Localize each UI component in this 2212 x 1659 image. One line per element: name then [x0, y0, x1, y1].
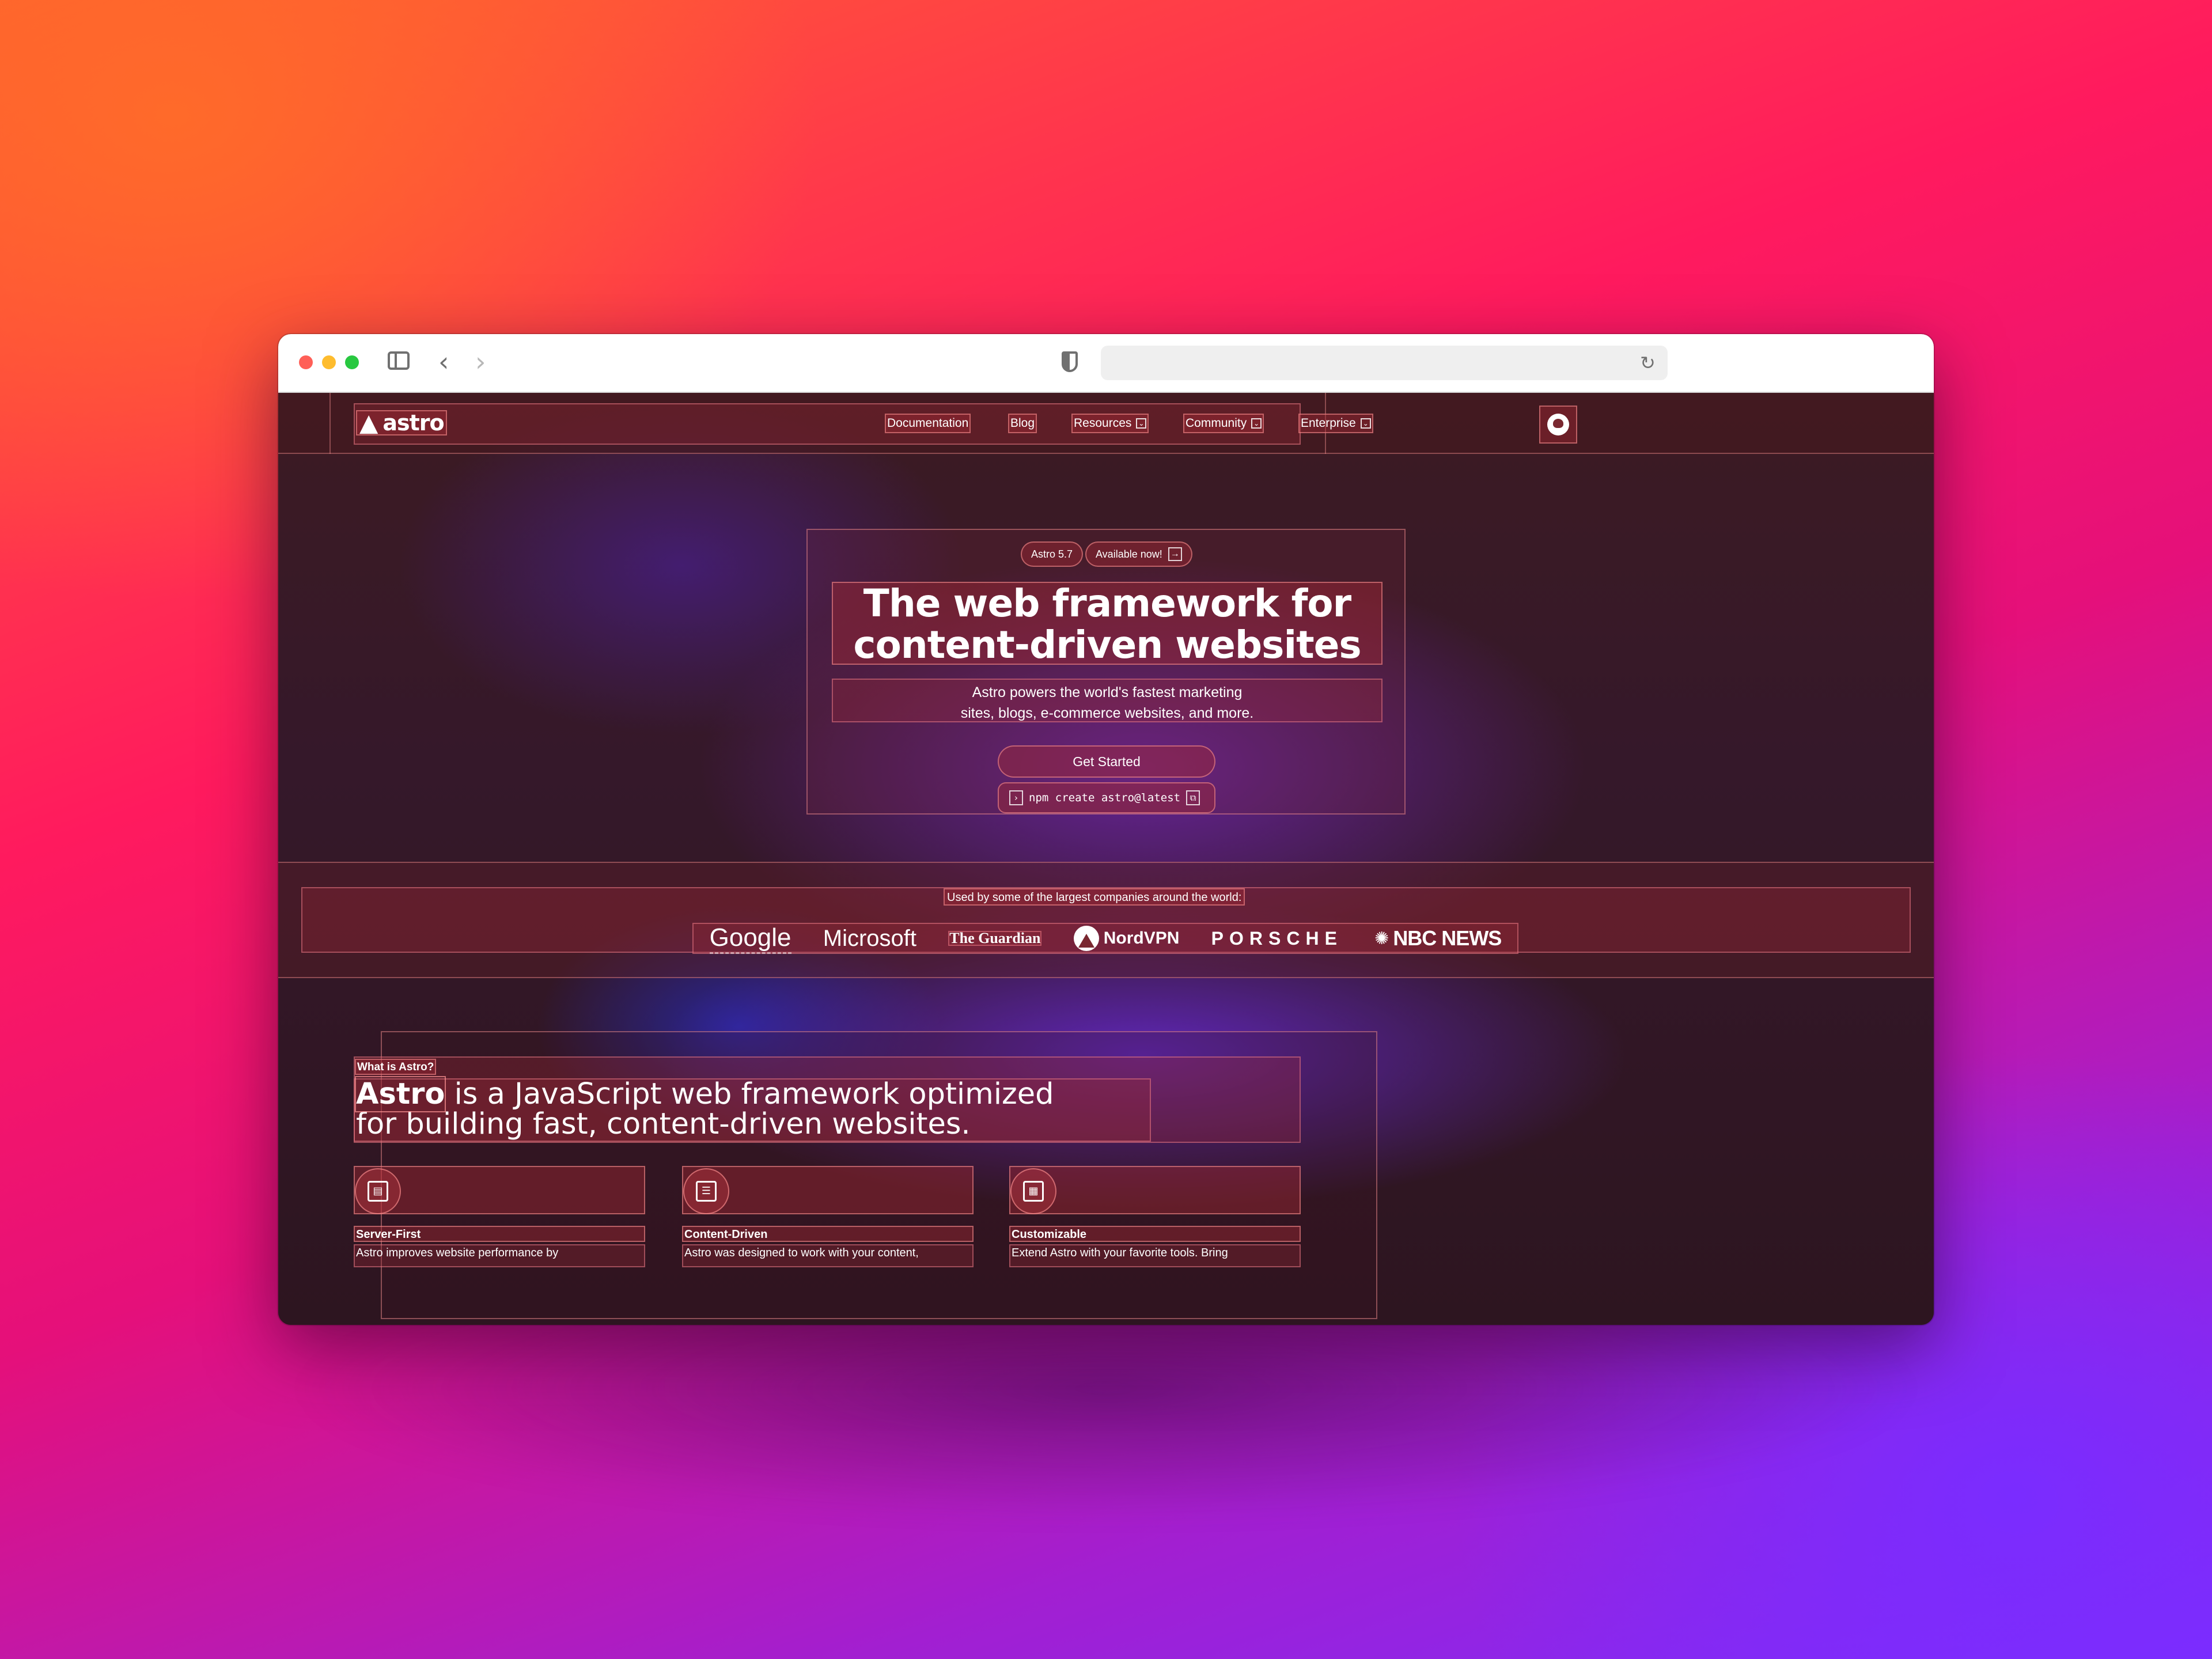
chevron-down-icon: ⌄: [1136, 418, 1147, 429]
nbc-news-logo: ✺ NBC NEWS: [1374, 926, 1502, 950]
nordvpn-mountain-icon: [1073, 926, 1099, 951]
install-command[interactable]: › npm create astro@latest ⧉: [998, 782, 1215, 813]
get-started-button[interactable]: Get Started: [998, 745, 1215, 778]
logos-caption: Used by some of the largest companies ar…: [944, 888, 1245, 906]
feature-title: Content-Driven: [682, 1226, 974, 1242]
github-link[interactable]: [1539, 406, 1577, 444]
nav-item-community[interactable]: Community ⌄: [1183, 414, 1264, 433]
nav-item-documentation[interactable]: Documentation: [885, 414, 971, 433]
terminal-prompt-icon: ›: [1009, 790, 1023, 805]
zoom-window-button[interactable]: [345, 355, 359, 369]
nav-bar: [354, 403, 1301, 445]
version-badge[interactable]: Astro 5.7: [1021, 541, 1084, 567]
subhead-line-1: Astro powers the world's fastest marketi…: [972, 684, 1243, 700]
hero-headline: The web framework for content-driven web…: [832, 581, 1382, 667]
what-headline-line-2: for building fast, content-driven websit…: [356, 1107, 971, 1141]
headline-line-2: content-driven websites: [853, 623, 1361, 667]
peacock-icon: ✺: [1374, 928, 1389, 949]
feature-text: Astro improves website performance by: [354, 1244, 645, 1267]
logo-text: astro: [382, 410, 444, 435]
forward-icon[interactable]: ›: [475, 349, 486, 375]
hero-section: Astro 5.7 Available now! → The web frame…: [806, 529, 1406, 815]
subhead-line-2: sites, blogs, e-commerce websites, and m…: [960, 705, 1254, 721]
what-headline-rest: is a JavaScript web framework optimized: [445, 1077, 1054, 1111]
chevron-down-icon: ⌄: [1360, 418, 1371, 429]
feature-text: Extend Astro with your favorite tools. B…: [1009, 1244, 1301, 1267]
nav-item-label: Resources: [1074, 416, 1132, 430]
google-logo: Google: [709, 923, 791, 954]
nordvpn-logo: NordVPN: [1073, 926, 1180, 951]
chevron-down-icon: ⌄: [1251, 418, 1262, 429]
server-icon: ▤: [355, 1168, 401, 1214]
reload-icon[interactable]: ↻: [1640, 354, 1656, 372]
close-window-button[interactable]: [299, 355, 313, 369]
nav-item-label: Enterprise: [1301, 416, 1356, 430]
nbc-news-wordmark: NBC NEWS: [1393, 926, 1502, 950]
nav-item-blog[interactable]: Blog: [1008, 414, 1037, 433]
sidebar-icon[interactable]: [388, 351, 410, 370]
logos-section: Used by some of the largest companies ar…: [278, 862, 1934, 978]
what-is-astro-headline: Astro is a JavaScript web framework opti…: [354, 1076, 1151, 1142]
copy-icon[interactable]: ⧉: [1186, 790, 1200, 805]
nav-item-label: Community: [1185, 416, 1247, 430]
feature-text: Astro was designed to work with your con…: [682, 1244, 974, 1267]
headline-line-1: The web framework for: [863, 581, 1351, 626]
feature-title: Customizable: [1009, 1226, 1301, 1242]
grid-icon: ▦: [1010, 1168, 1056, 1214]
feature-title: Server-First: [354, 1226, 645, 1242]
nav-item-enterprise[interactable]: Enterprise ⌄: [1298, 414, 1373, 433]
github-icon: [1547, 414, 1569, 435]
nordvpn-wordmark: NordVPN: [1103, 929, 1180, 948]
section-eyebrow: What is Astro?: [355, 1059, 437, 1075]
porsche-logo: PORSCHE: [1211, 927, 1343, 949]
astro-logo-mark-icon: ▲: [359, 408, 378, 437]
browser-toolbar: ‹ › ↻ ↓ ⇧ +: [278, 334, 1934, 393]
astro-logo[interactable]: ▲ astro: [356, 410, 447, 435]
guardian-logo: The Guardian: [948, 930, 1042, 946]
nav-item-label: Documentation: [887, 416, 969, 430]
install-command-text: npm create astro@latest: [1029, 791, 1181, 804]
microsoft-logo: Microsoft: [823, 925, 917, 951]
what-headline-line-1: Astro is a JavaScript web framework opti…: [354, 1076, 1150, 1112]
nav-item-label: Blog: [1010, 416, 1035, 430]
nav-item-resources[interactable]: Resources ⌄: [1071, 414, 1149, 433]
minimize-window-button[interactable]: [322, 355, 336, 369]
arrow-right-icon: →: [1168, 547, 1182, 561]
back-icon[interactable]: ‹: [438, 349, 449, 375]
astro-brand-word: Astro: [354, 1076, 446, 1112]
company-logos-row: Google Microsoft The Guardian NordVPN PO…: [692, 923, 1518, 954]
document-icon: ☰: [683, 1168, 729, 1214]
web-page: ▲ astro Documentation Blog Resources ⌄ C…: [278, 393, 1934, 1325]
address-bar[interactable]: [1101, 346, 1668, 380]
feature-card-customizable: ▦ Customizable Extend Astro with your fa…: [1009, 1166, 1301, 1281]
privacy-shield-icon[interactable]: [1062, 351, 1078, 372]
available-now-link[interactable]: Available now! →: [1085, 541, 1192, 567]
available-now-label: Available now!: [1096, 548, 1162, 560]
feature-card-content-driven: ☰ Content-Driven Astro was designed to w…: [682, 1166, 974, 1281]
browser-window: ‹ › ↻ ↓ ⇧ + ▲ astro Documentation Blog R…: [278, 334, 1934, 1325]
feature-card-server-first: ▤ Server-First Astro improves website pe…: [354, 1166, 645, 1281]
hero-subheading: Astro powers the world's fastest marketi…: [832, 679, 1382, 722]
